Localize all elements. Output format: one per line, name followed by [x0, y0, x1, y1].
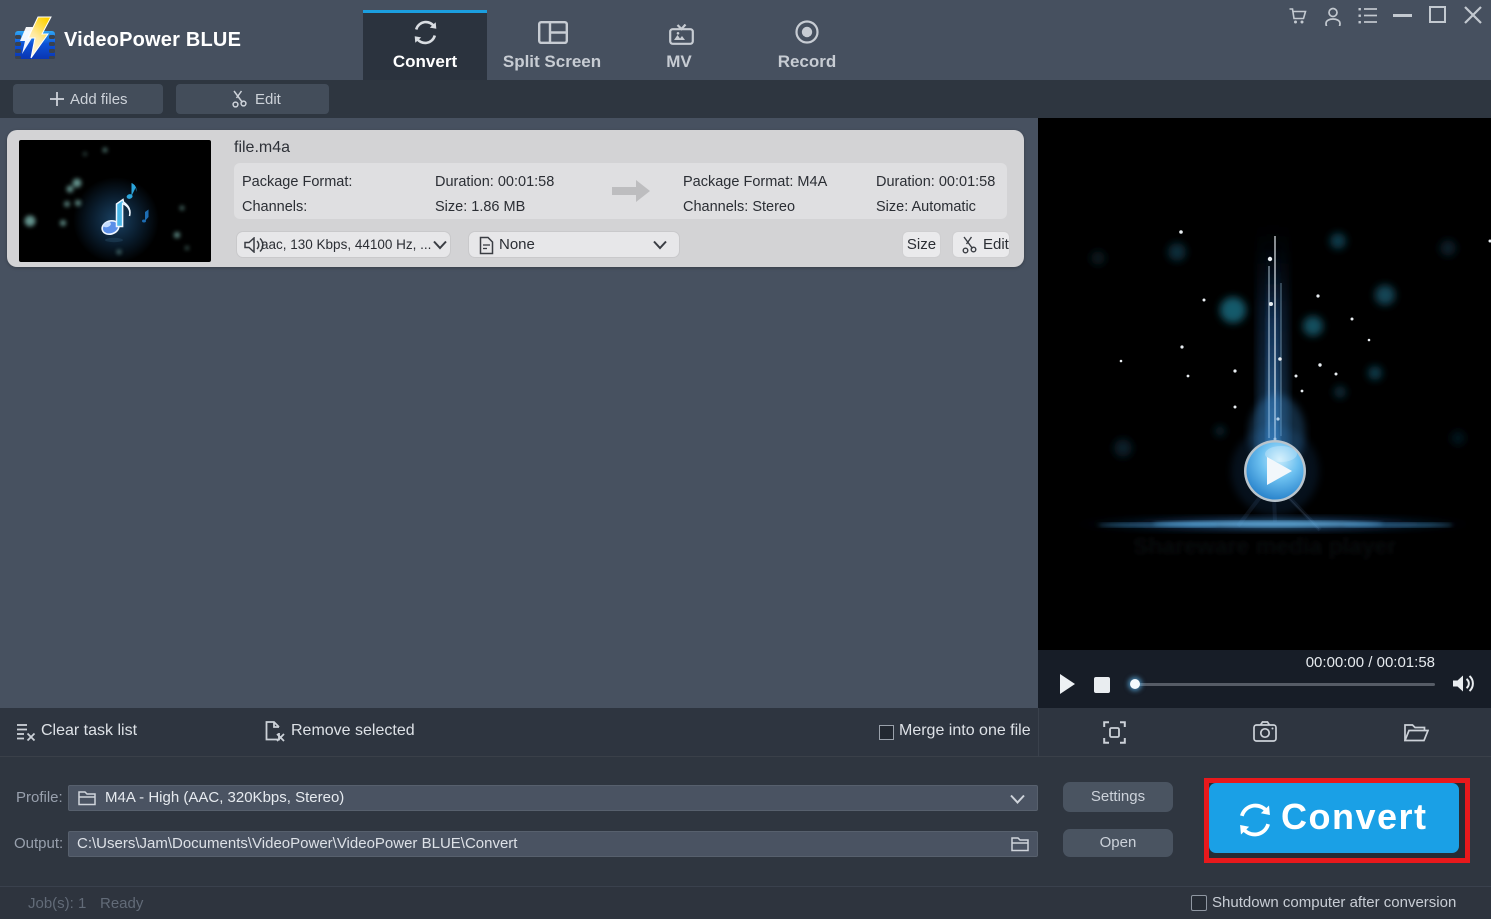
svg-text:Shareware media player: Shareware media player [1133, 533, 1396, 559]
